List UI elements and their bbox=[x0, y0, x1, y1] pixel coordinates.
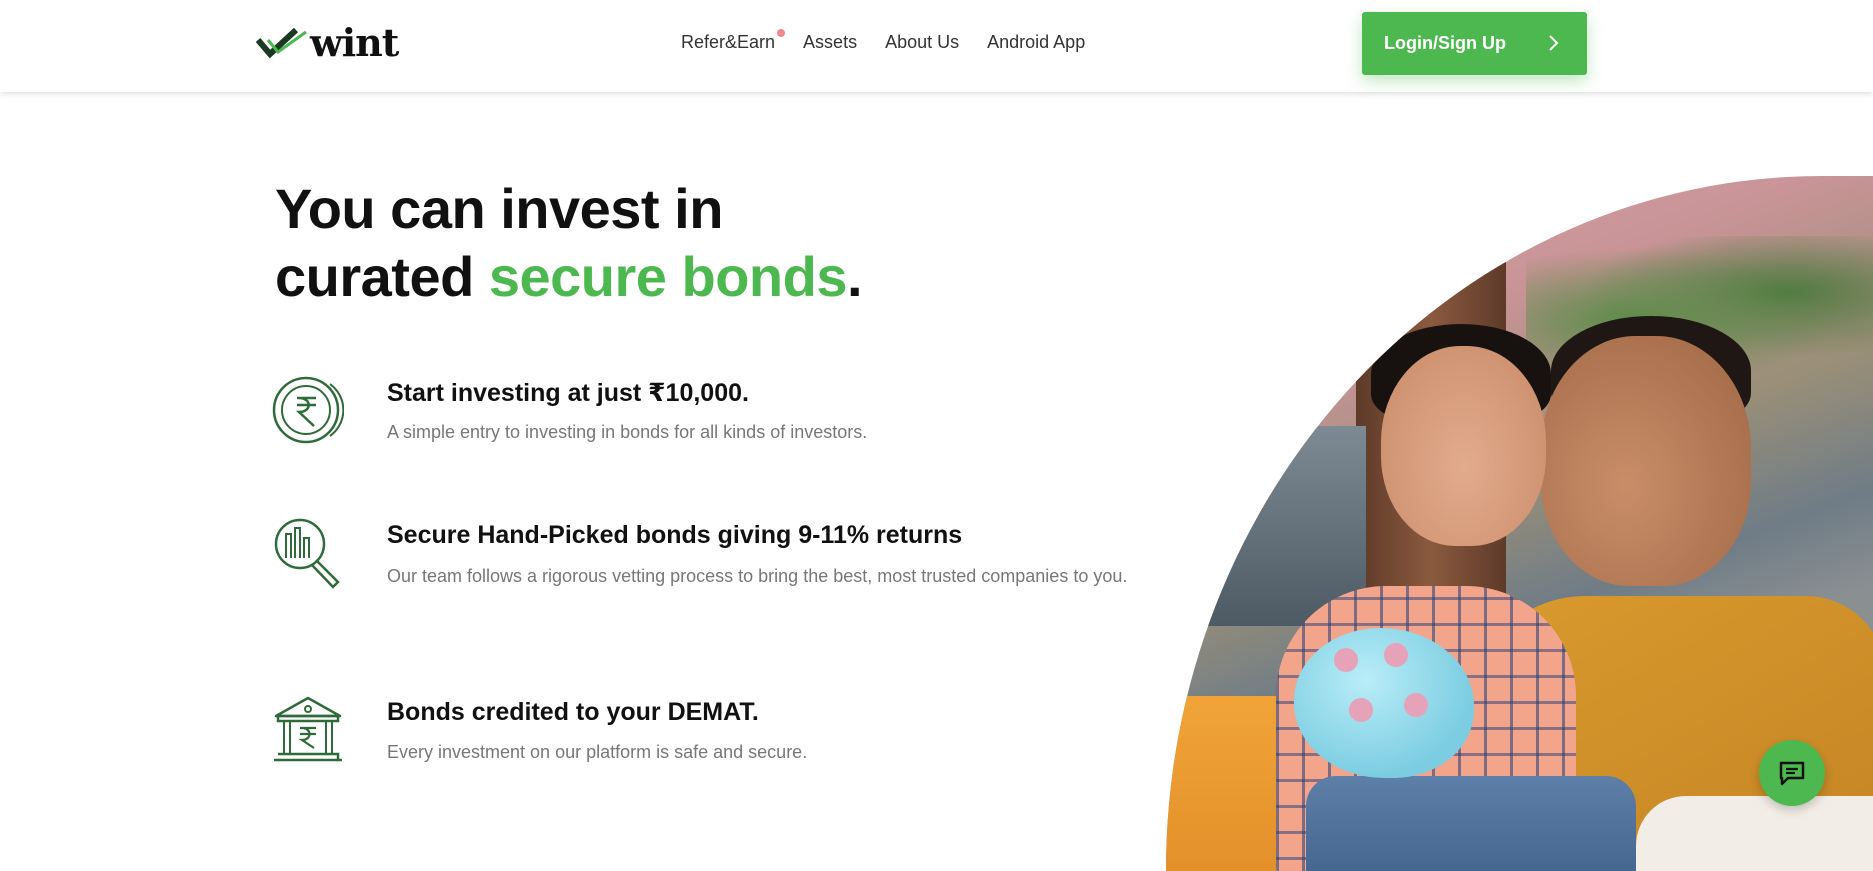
nav-refer-earn[interactable]: Refer&Earn bbox=[681, 29, 786, 53]
hero-highlight: secure bonds bbox=[488, 245, 848, 308]
chat-support-button[interactable] bbox=[1759, 740, 1825, 806]
hero-line-1: You can invest in bbox=[275, 177, 723, 240]
photo-window bbox=[1166, 426, 1366, 626]
nav-assets[interactable]: Assets bbox=[803, 32, 857, 53]
feature-title: Secure Hand-Picked bonds giving 9-11% re… bbox=[387, 521, 963, 549]
photo-child-face bbox=[1381, 346, 1546, 546]
nav-about-us[interactable]: About Us bbox=[885, 32, 959, 53]
nav-assets-label: Assets bbox=[803, 32, 858, 52]
chevron-right-icon bbox=[1549, 35, 1559, 51]
checkmark-logo-icon bbox=[256, 27, 307, 59]
main-nav: Refer&Earn Assets About Us Android App bbox=[681, 29, 1085, 53]
feature-description: Our team follows a rigorous vetting proc… bbox=[387, 566, 1128, 586]
feature-description: Every investment on our platform is safe… bbox=[387, 742, 808, 762]
piggy-bank bbox=[1294, 628, 1474, 778]
chart-magnifier-icon bbox=[274, 518, 340, 589]
nav-refer-earn-label: Refer&Earn bbox=[681, 32, 776, 52]
bank-rupee-icon bbox=[274, 696, 342, 762]
hero-title: You can invest in curated secure bonds. bbox=[275, 175, 975, 311]
logo-wordmark: wint bbox=[310, 20, 399, 65]
wint-logo[interactable]: wint bbox=[256, 22, 406, 64]
login-signup-button[interactable]: Login/Sign Up bbox=[1362, 12, 1587, 75]
nav-android-app-label: Android App bbox=[987, 32, 1086, 52]
feature-title: Start investing at just ₹10,000. bbox=[387, 379, 749, 407]
nav-about-us-label: About Us bbox=[885, 32, 960, 52]
rupee-coin-icon bbox=[272, 376, 344, 444]
hero-line-2-suffix: . bbox=[846, 245, 863, 308]
nav-android-app[interactable]: Android App bbox=[987, 32, 1085, 53]
hero-line-2-prefix: curated bbox=[275, 245, 489, 308]
photo-father-face bbox=[1541, 336, 1751, 586]
feature-description: A simple entry to investing in bonds for… bbox=[387, 422, 868, 442]
notification-dot bbox=[777, 29, 786, 37]
top-navbar: wint Refer&Earn Assets About Us Android … bbox=[0, 0, 1873, 92]
feature-title: Bonds credited to your DEMAT. bbox=[387, 698, 759, 726]
login-signup-label: Login/Sign Up bbox=[1384, 33, 1506, 53]
chat-icon bbox=[1779, 761, 1805, 786]
photo-child-jeans bbox=[1306, 776, 1636, 871]
photo-father-pants bbox=[1636, 796, 1873, 871]
